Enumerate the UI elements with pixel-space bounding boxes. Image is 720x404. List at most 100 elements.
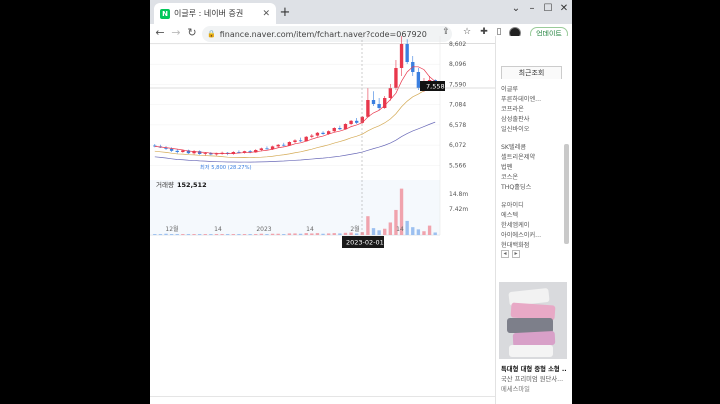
volume-bar [209, 234, 213, 235]
recent-item[interactable]: 코프라온 [501, 104, 567, 113]
date-tick-label: 12월 [165, 225, 178, 233]
candle-body [310, 135, 314, 137]
price-tick-label: 6,578 [449, 122, 466, 129]
recent-item[interactable]: 한세엠케이 [501, 220, 567, 229]
candle-body [371, 100, 376, 104]
volume-bar [226, 234, 230, 235]
candle-body [321, 132, 325, 134]
volume-value: 152,512 [177, 181, 207, 189]
current-price-value: 7,558 [426, 83, 445, 91]
volume-bar [220, 234, 224, 235]
candle-body [315, 132, 320, 136]
volume-bar [259, 233, 264, 235]
minimize-icon[interactable]: – [524, 3, 540, 14]
recent-item[interactable]: THQ홀딩스 [501, 182, 567, 191]
next-page-button[interactable]: ▸ [512, 250, 520, 258]
candle-body [169, 148, 174, 151]
volume-bar [310, 233, 314, 235]
candle-body [265, 148, 269, 150]
side-panel: 최근조회 이글루 푸른하데이엔... 코프라온 삼성출판사 일신바이오 SK텔레… [495, 36, 572, 404]
volume-bar [293, 233, 297, 235]
candle-body [355, 120, 359, 123]
volume-tick-label: 14.8m [449, 191, 468, 198]
volume-bar [203, 234, 207, 235]
recent-item[interactable]: 법펜 [501, 162, 567, 171]
volume-bar [287, 233, 292, 235]
volume-bar [411, 227, 415, 235]
recent-item[interactable]: SK텔레콤 [501, 142, 567, 151]
chevron-down-icon[interactable]: ⌄ [508, 3, 524, 14]
tab-title: 이글루 : 네이버 증권 [174, 9, 244, 18]
volume-bar [237, 234, 241, 235]
candle-body [366, 100, 370, 117]
date-tick-label: 14 [306, 226, 314, 233]
low-price-annotation: 최저 5,800 (28.27%) [200, 163, 252, 171]
side-panel-scrollbar[interactable] [564, 144, 569, 244]
stock-chart[interactable]: 8,602 8,096 7,590 7,084 6,578 6,072 5,566 14.8m… [150, 36, 495, 252]
volume-bar [214, 234, 219, 235]
candlestick-series [153, 36, 437, 156]
candle-body [197, 151, 202, 154]
candle-body [259, 148, 264, 150]
window-close-icon[interactable]: ✕ [556, 3, 572, 14]
candle-body [214, 153, 219, 155]
price-tick-label: 8,602 [449, 41, 466, 48]
volume-bar [248, 234, 252, 235]
candle-body [293, 140, 297, 142]
recent-item[interactable]: 푸른하데이엔... [501, 94, 567, 103]
volume-bar [377, 230, 381, 235]
candle-body [394, 68, 398, 88]
candle-body [416, 72, 421, 88]
volume-bar [360, 232, 364, 235]
recent-item[interactable]: 일신바이오 [501, 124, 567, 133]
volume-label: 거래량 [156, 180, 174, 189]
volume-bar [186, 234, 191, 235]
tab-active[interactable]: N 이글루 : 네이버 증권 ✕ [154, 3, 276, 24]
chart-bottom-divider [150, 396, 495, 397]
date-tick-label: 2월 [350, 225, 359, 233]
volume-bar [383, 228, 387, 235]
volume-bar [175, 234, 179, 235]
volume-bar [343, 232, 348, 235]
ad-product-image[interactable] [499, 282, 567, 359]
recent-item[interactable]: 아이에스이커... [501, 230, 567, 239]
date-tick-label: 14 [214, 226, 222, 233]
naver-favicon-icon: N [160, 8, 170, 19]
volume-bar [355, 233, 359, 235]
volume-bar [242, 234, 247, 235]
ad-brand: 메세스마일 [501, 386, 530, 393]
date-tick-label: 14 [396, 226, 404, 233]
maximize-icon[interactable]: ☐ [540, 3, 556, 14]
prev-page-button[interactable]: ◂ [501, 250, 509, 258]
recent-item[interactable]: 현대백화점 [501, 240, 567, 249]
volume-bar [304, 233, 308, 235]
price-tick-label: 7,590 [449, 81, 466, 88]
price-tick-label: 6,072 [449, 142, 466, 149]
date-tick-label: 2023 [256, 226, 271, 233]
recent-item[interactable]: 이글루 [501, 84, 567, 93]
volume-bar [315, 233, 320, 235]
volume-bar [427, 225, 432, 235]
volume-bar [433, 232, 437, 235]
volume-bar [321, 233, 325, 235]
volume-bar [422, 231, 426, 235]
price-tick-label: 5,566 [449, 162, 466, 169]
volume-bar [158, 234, 163, 235]
recent-item[interactable]: 에스텍 [501, 210, 567, 219]
volume-bar [371, 228, 376, 235]
volume-bar [366, 216, 370, 235]
ad-title[interactable]: 특대형 대형 중형 소형 ... [501, 364, 567, 373]
ad-subtitle: 국산 프리미엄 원단사... [501, 376, 564, 383]
tab-strip: N 이글루 : 네이버 증권 ✕ + ⌄ – ☐ ✕ [150, 0, 572, 24]
volume-bar [416, 229, 421, 235]
candle-body [388, 88, 393, 98]
recent-item[interactable]: 코스온 [501, 172, 567, 181]
tab-close-icon[interactable]: ✕ [262, 9, 270, 19]
candle-body [276, 144, 280, 147]
recent-item[interactable]: 유아이디 [501, 200, 567, 209]
recent-item[interactable]: 삼성출판사 [501, 114, 567, 123]
volume-bar [254, 234, 258, 235]
recent-view-tab[interactable]: 최근조회 [501, 66, 562, 79]
recent-item[interactable]: 셀트리온제약 [501, 152, 567, 161]
new-tab-icon[interactable]: + [278, 5, 292, 20]
